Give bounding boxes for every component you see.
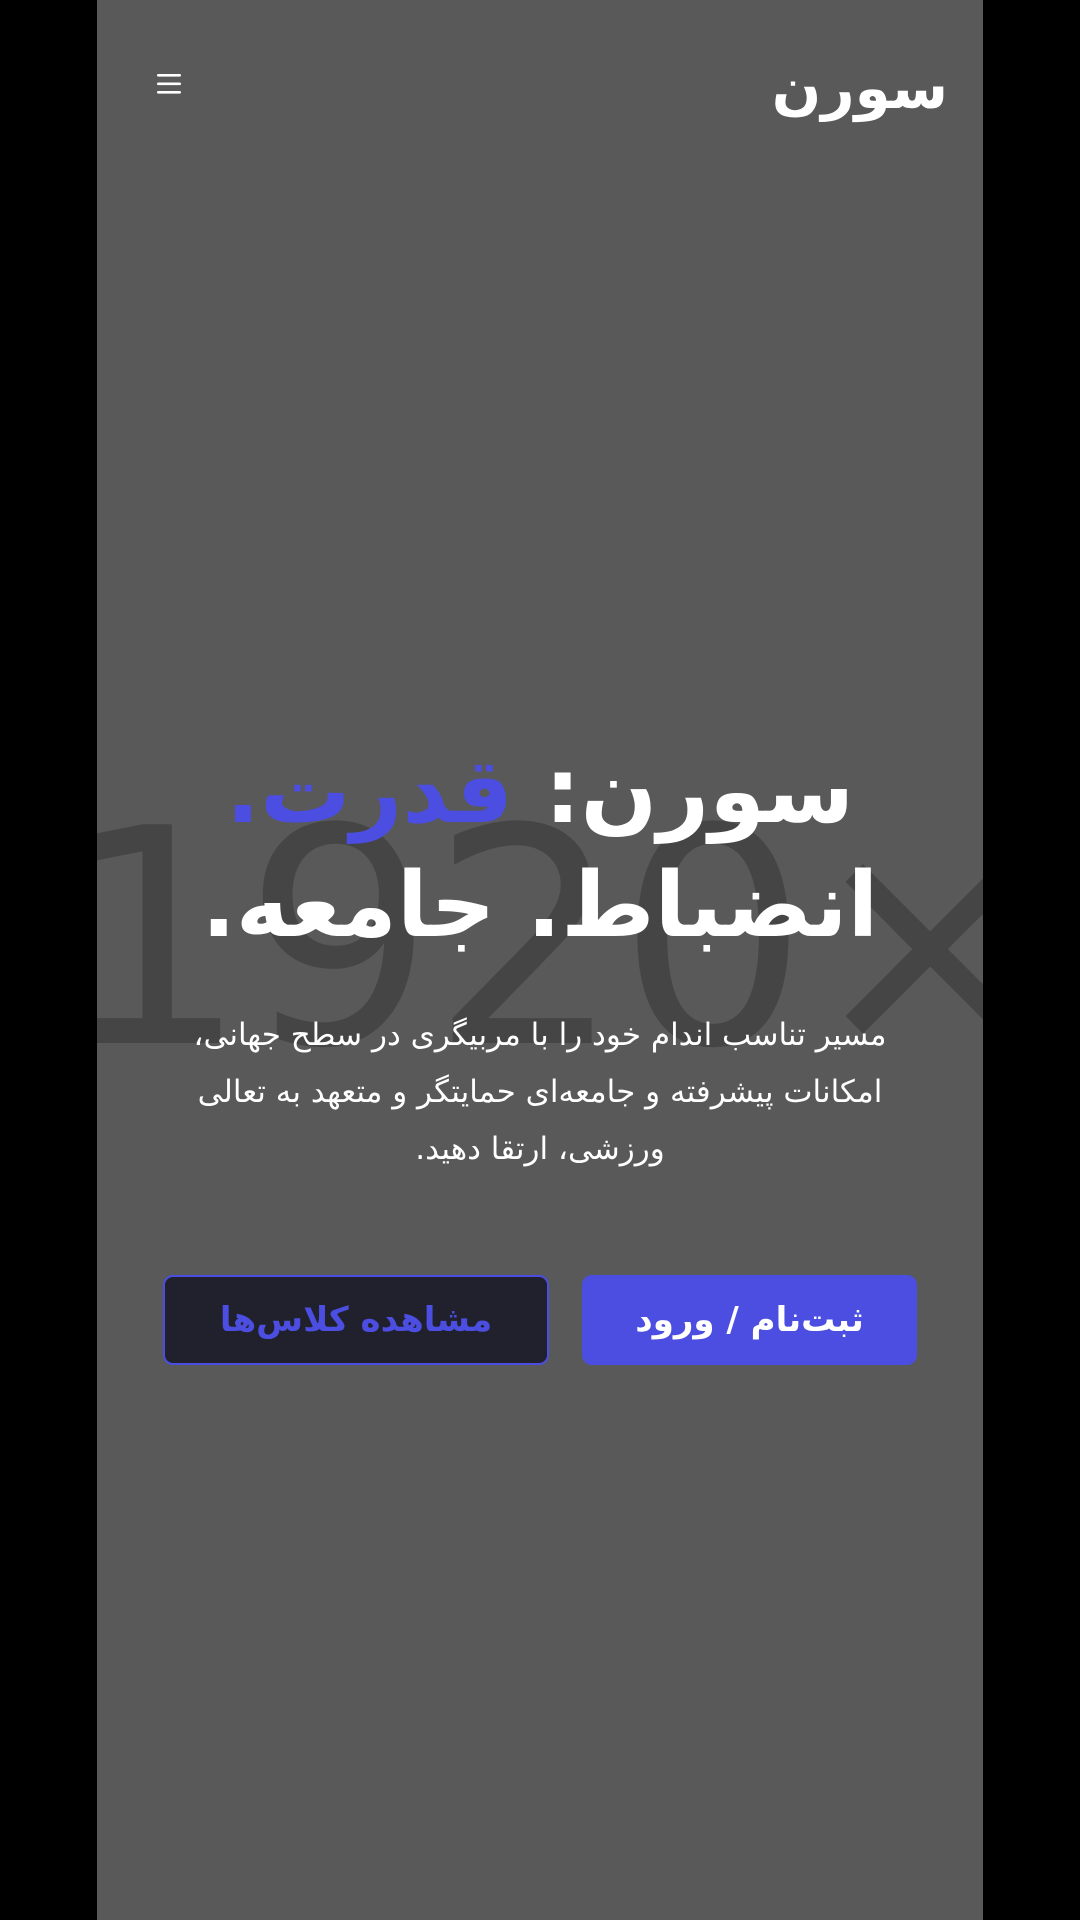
hero-actions: ثبت‌نام / ورود مشاهده کلاس‌ها — [163, 1275, 917, 1365]
menu-button[interactable] — [147, 62, 191, 106]
app-screen: 1920×1080 سورن سورن: قدرت. انضباط. جامعه… — [97, 0, 983, 1920]
headline-prefix: سورن: — [513, 739, 855, 844]
headline-line-2: انضباط. جامعه. — [201, 853, 879, 958]
signup-login-button[interactable]: ثبت‌نام / ورود — [582, 1275, 917, 1365]
headline-accent: قدرت. — [225, 739, 514, 844]
hero-headline: سورن: قدرت. انضباط. جامعه. — [97, 735, 983, 963]
view-classes-button[interactable]: مشاهده کلاس‌ها — [163, 1275, 549, 1365]
hamburger-menu-icon — [147, 62, 191, 106]
hero-subtitle: مسیر تناسب اندام خود را با مربیگری در سط… — [193, 1017, 887, 1167]
top-bar: سورن — [97, 0, 983, 170]
hero-section: سورن: قدرت. انضباط. جامعه. مسیر تناسب ان… — [97, 735, 983, 1178]
headline-line-1: سورن: قدرت. — [97, 735, 983, 849]
brand-logo[interactable]: سورن — [772, 48, 948, 128]
